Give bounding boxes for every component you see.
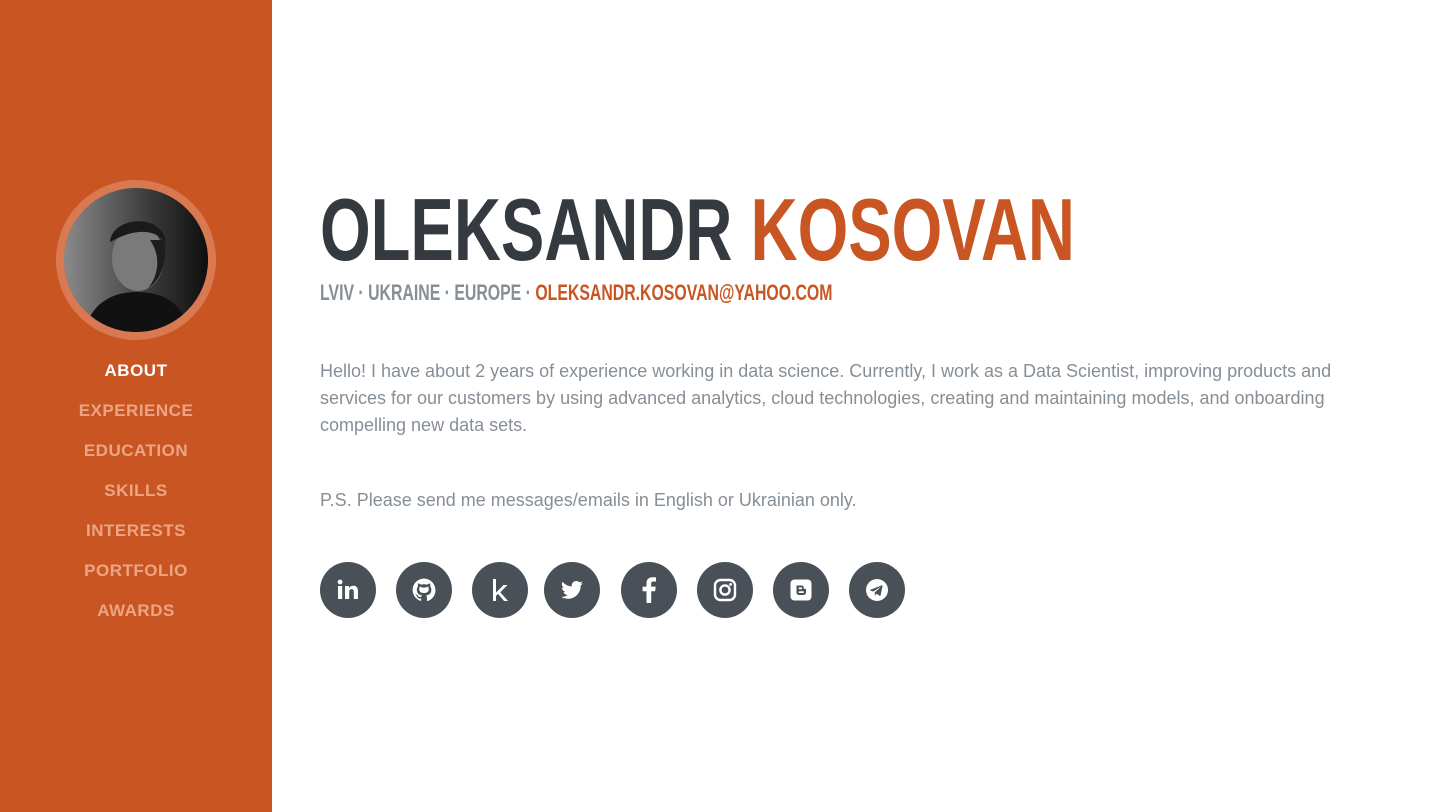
blogger-button[interactable] (773, 562, 829, 618)
kaggle-icon (493, 579, 508, 601)
contact-line: LVIV · UKRAINE · EUROPE · OLEKSANDR.KOSO… (320, 280, 832, 306)
kaggle-button[interactable] (472, 562, 528, 618)
facebook-icon (642, 577, 656, 603)
sidebar-item-about[interactable]: ABOUT (0, 358, 272, 398)
about-lead: Hello! I have about 2 years of experienc… (320, 361, 1332, 435)
sidebar-item-education[interactable]: EDUCATION (0, 438, 272, 478)
sidebar-item-awards[interactable]: AWARDS (0, 598, 272, 638)
instagram-button[interactable] (697, 562, 753, 618)
first-name: OLEKSANDR (320, 180, 733, 279)
social-icons (320, 562, 920, 618)
page-title: OLEKSANDR KOSOVAN (320, 182, 1075, 278)
linkedin-icon (337, 579, 358, 599)
sidebar-item-interests[interactable]: INTERESTS (0, 518, 272, 558)
instagram-icon (713, 578, 737, 602)
profile-avatar[interactable] (56, 180, 216, 340)
location-text: LVIV · UKRAINE · EUROPE · (320, 280, 536, 305)
github-button[interactable] (396, 562, 452, 618)
sidebar-item-experience[interactable]: EXPERIENCE (0, 398, 272, 438)
linkedin-button[interactable] (320, 562, 376, 618)
about-ps: P.S. Please send me messages/emails in E… (320, 490, 857, 510)
sidebar: ABOUT EXPERIENCE EDUCATION SKILLS INTERESTS P… (0, 0, 272, 812)
telegram-icon (866, 579, 888, 601)
sidebar-item-portfolio[interactable]: PORTFOLIO (0, 558, 272, 598)
twitter-icon (561, 581, 583, 599)
blogger-icon (790, 579, 812, 601)
avatar-image (64, 188, 208, 332)
last-name: KOSOVAN (750, 180, 1075, 279)
twitter-button[interactable] (544, 562, 600, 618)
sidebar-nav: ABOUT EXPERIENCE EDUCATION SKILLS INTERESTS P… (0, 358, 272, 638)
email-link[interactable]: OLEKSANDR.KOSOVAN@YAHOO.COM (535, 280, 832, 305)
facebook-button[interactable] (621, 562, 677, 618)
sidebar-item-skills[interactable]: SKILLS (0, 478, 272, 518)
telegram-button[interactable] (849, 562, 905, 618)
github-icon (412, 578, 436, 602)
